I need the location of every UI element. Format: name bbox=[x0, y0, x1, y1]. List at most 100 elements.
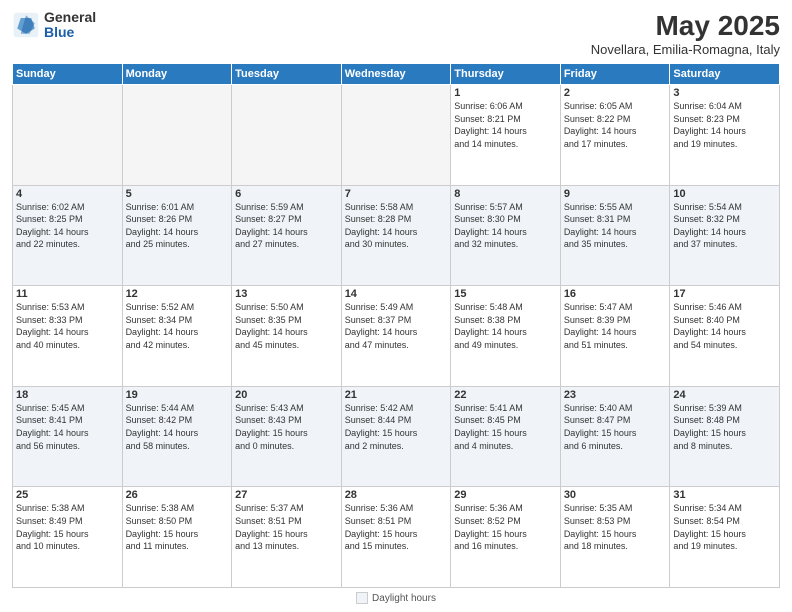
day-info: Sunrise: 5:59 AM Sunset: 8:27 PM Dayligh… bbox=[235, 201, 338, 251]
table-row bbox=[13, 85, 123, 186]
calendar-week-2: 4Sunrise: 6:02 AM Sunset: 8:25 PM Daylig… bbox=[13, 185, 780, 286]
day-number: 22 bbox=[454, 389, 557, 401]
table-row: 19Sunrise: 5:44 AM Sunset: 8:42 PM Dayli… bbox=[122, 386, 232, 487]
day-number: 13 bbox=[235, 288, 338, 300]
col-wednesday: Wednesday bbox=[341, 64, 451, 85]
day-info: Sunrise: 5:47 AM Sunset: 8:39 PM Dayligh… bbox=[564, 301, 667, 351]
table-row: 4Sunrise: 6:02 AM Sunset: 8:25 PM Daylig… bbox=[13, 185, 123, 286]
table-row: 11Sunrise: 5:53 AM Sunset: 8:33 PM Dayli… bbox=[13, 286, 123, 387]
legend-label: Daylight hours bbox=[372, 593, 436, 604]
day-info: Sunrise: 5:34 AM Sunset: 8:54 PM Dayligh… bbox=[673, 502, 776, 552]
day-info: Sunrise: 5:55 AM Sunset: 8:31 PM Dayligh… bbox=[564, 201, 667, 251]
day-info: Sunrise: 6:04 AM Sunset: 8:23 PM Dayligh… bbox=[673, 100, 776, 150]
day-number: 11 bbox=[16, 288, 119, 300]
calendar-table: Sunday Monday Tuesday Wednesday Thursday… bbox=[12, 63, 780, 588]
day-number: 7 bbox=[345, 188, 448, 200]
day-info: Sunrise: 5:38 AM Sunset: 8:50 PM Dayligh… bbox=[126, 502, 229, 552]
day-number: 16 bbox=[564, 288, 667, 300]
table-row: 28Sunrise: 5:36 AM Sunset: 8:51 PM Dayli… bbox=[341, 487, 451, 588]
day-number: 14 bbox=[345, 288, 448, 300]
day-number: 10 bbox=[673, 188, 776, 200]
month-title: May 2025 bbox=[591, 10, 780, 42]
col-friday: Friday bbox=[560, 64, 670, 85]
table-row: 10Sunrise: 5:54 AM Sunset: 8:32 PM Dayli… bbox=[670, 185, 780, 286]
calendar-week-4: 18Sunrise: 5:45 AM Sunset: 8:41 PM Dayli… bbox=[13, 386, 780, 487]
table-row: 27Sunrise: 5:37 AM Sunset: 8:51 PM Dayli… bbox=[232, 487, 342, 588]
table-row: 2Sunrise: 6:05 AM Sunset: 8:22 PM Daylig… bbox=[560, 85, 670, 186]
day-info: Sunrise: 5:50 AM Sunset: 8:35 PM Dayligh… bbox=[235, 301, 338, 351]
calendar-week-5: 25Sunrise: 5:38 AM Sunset: 8:49 PM Dayli… bbox=[13, 487, 780, 588]
day-number: 31 bbox=[673, 489, 776, 501]
day-number: 24 bbox=[673, 389, 776, 401]
day-info: Sunrise: 5:45 AM Sunset: 8:41 PM Dayligh… bbox=[16, 402, 119, 452]
table-row bbox=[122, 85, 232, 186]
table-row: 14Sunrise: 5:49 AM Sunset: 8:37 PM Dayli… bbox=[341, 286, 451, 387]
table-row: 18Sunrise: 5:45 AM Sunset: 8:41 PM Dayli… bbox=[13, 386, 123, 487]
table-row bbox=[232, 85, 342, 186]
location-title: Novellara, Emilia-Romagna, Italy bbox=[591, 42, 780, 57]
day-number: 25 bbox=[16, 489, 119, 501]
table-row: 16Sunrise: 5:47 AM Sunset: 8:39 PM Dayli… bbox=[560, 286, 670, 387]
day-info: Sunrise: 5:39 AM Sunset: 8:48 PM Dayligh… bbox=[673, 402, 776, 452]
table-row: 26Sunrise: 5:38 AM Sunset: 8:50 PM Dayli… bbox=[122, 487, 232, 588]
day-number: 5 bbox=[126, 188, 229, 200]
day-info: Sunrise: 5:54 AM Sunset: 8:32 PM Dayligh… bbox=[673, 201, 776, 251]
day-info: Sunrise: 5:40 AM Sunset: 8:47 PM Dayligh… bbox=[564, 402, 667, 452]
day-number: 27 bbox=[235, 489, 338, 501]
table-row: 30Sunrise: 5:35 AM Sunset: 8:53 PM Dayli… bbox=[560, 487, 670, 588]
day-info: Sunrise: 6:01 AM Sunset: 8:26 PM Dayligh… bbox=[126, 201, 229, 251]
day-number: 15 bbox=[454, 288, 557, 300]
col-thursday: Thursday bbox=[451, 64, 561, 85]
table-row: 1Sunrise: 6:06 AM Sunset: 8:21 PM Daylig… bbox=[451, 85, 561, 186]
day-number: 21 bbox=[345, 389, 448, 401]
day-info: Sunrise: 5:57 AM Sunset: 8:30 PM Dayligh… bbox=[454, 201, 557, 251]
day-info: Sunrise: 5:41 AM Sunset: 8:45 PM Dayligh… bbox=[454, 402, 557, 452]
table-row: 5Sunrise: 6:01 AM Sunset: 8:26 PM Daylig… bbox=[122, 185, 232, 286]
header: General Blue May 2025 Novellara, Emilia-… bbox=[12, 10, 780, 57]
table-row: 9Sunrise: 5:55 AM Sunset: 8:31 PM Daylig… bbox=[560, 185, 670, 286]
table-row: 12Sunrise: 5:52 AM Sunset: 8:34 PM Dayli… bbox=[122, 286, 232, 387]
day-number: 23 bbox=[564, 389, 667, 401]
table-row: 6Sunrise: 5:59 AM Sunset: 8:27 PM Daylig… bbox=[232, 185, 342, 286]
day-info: Sunrise: 5:58 AM Sunset: 8:28 PM Dayligh… bbox=[345, 201, 448, 251]
table-row: 15Sunrise: 5:48 AM Sunset: 8:38 PM Dayli… bbox=[451, 286, 561, 387]
day-info: Sunrise: 5:48 AM Sunset: 8:38 PM Dayligh… bbox=[454, 301, 557, 351]
table-row: 7Sunrise: 5:58 AM Sunset: 8:28 PM Daylig… bbox=[341, 185, 451, 286]
day-number: 3 bbox=[673, 87, 776, 99]
day-number: 20 bbox=[235, 389, 338, 401]
day-info: Sunrise: 5:38 AM Sunset: 8:49 PM Dayligh… bbox=[16, 502, 119, 552]
logo-general: General bbox=[44, 10, 96, 25]
day-info: Sunrise: 5:36 AM Sunset: 8:51 PM Dayligh… bbox=[345, 502, 448, 552]
day-info: Sunrise: 6:02 AM Sunset: 8:25 PM Dayligh… bbox=[16, 201, 119, 251]
col-monday: Monday bbox=[122, 64, 232, 85]
table-row: 20Sunrise: 5:43 AM Sunset: 8:43 PM Dayli… bbox=[232, 386, 342, 487]
day-info: Sunrise: 6:05 AM Sunset: 8:22 PM Dayligh… bbox=[564, 100, 667, 150]
day-info: Sunrise: 5:43 AM Sunset: 8:43 PM Dayligh… bbox=[235, 402, 338, 452]
table-row bbox=[341, 85, 451, 186]
legend-item: Daylight hours bbox=[356, 592, 436, 604]
table-row: 21Sunrise: 5:42 AM Sunset: 8:44 PM Dayli… bbox=[341, 386, 451, 487]
day-number: 6 bbox=[235, 188, 338, 200]
logo: General Blue bbox=[12, 10, 96, 41]
day-info: Sunrise: 5:46 AM Sunset: 8:40 PM Dayligh… bbox=[673, 301, 776, 351]
day-number: 29 bbox=[454, 489, 557, 501]
day-info: Sunrise: 5:49 AM Sunset: 8:37 PM Dayligh… bbox=[345, 301, 448, 351]
day-number: 30 bbox=[564, 489, 667, 501]
table-row: 8Sunrise: 5:57 AM Sunset: 8:30 PM Daylig… bbox=[451, 185, 561, 286]
logo-text: General Blue bbox=[44, 10, 96, 41]
table-row: 29Sunrise: 5:36 AM Sunset: 8:52 PM Dayli… bbox=[451, 487, 561, 588]
day-info: Sunrise: 5:53 AM Sunset: 8:33 PM Dayligh… bbox=[16, 301, 119, 351]
table-row: 24Sunrise: 5:39 AM Sunset: 8:48 PM Dayli… bbox=[670, 386, 780, 487]
col-tuesday: Tuesday bbox=[232, 64, 342, 85]
table-row: 22Sunrise: 5:41 AM Sunset: 8:45 PM Dayli… bbox=[451, 386, 561, 487]
day-info: Sunrise: 5:42 AM Sunset: 8:44 PM Dayligh… bbox=[345, 402, 448, 452]
table-row: 23Sunrise: 5:40 AM Sunset: 8:47 PM Dayli… bbox=[560, 386, 670, 487]
day-number: 12 bbox=[126, 288, 229, 300]
col-saturday: Saturday bbox=[670, 64, 780, 85]
page: General Blue May 2025 Novellara, Emilia-… bbox=[0, 0, 792, 612]
logo-blue: Blue bbox=[44, 25, 96, 40]
table-row: 31Sunrise: 5:34 AM Sunset: 8:54 PM Dayli… bbox=[670, 487, 780, 588]
day-number: 17 bbox=[673, 288, 776, 300]
day-info: Sunrise: 5:44 AM Sunset: 8:42 PM Dayligh… bbox=[126, 402, 229, 452]
logo-icon bbox=[12, 11, 40, 39]
